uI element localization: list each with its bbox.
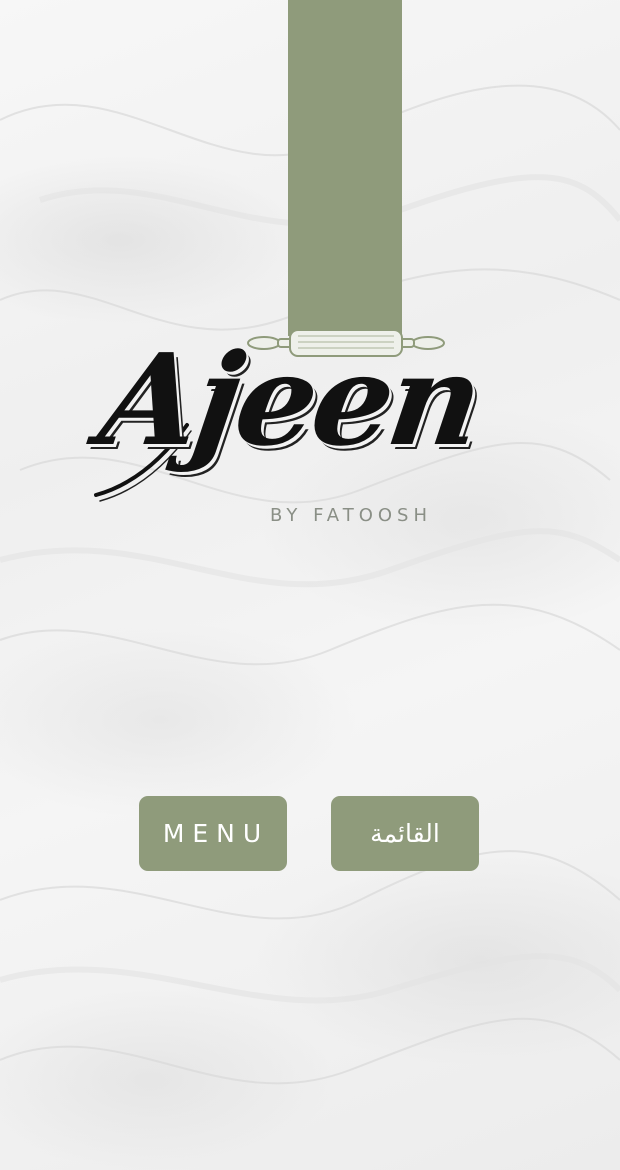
- hanging-banner: [288, 0, 402, 336]
- menu-button-arabic-label: القائمة: [370, 819, 440, 848]
- brand-tagline: BY FATOOSH: [270, 505, 432, 526]
- menu-button-english[interactable]: MENU: [139, 796, 287, 871]
- menu-button-english-label: MENU: [162, 819, 270, 848]
- brand-name: Ajeen: [91, 326, 488, 474]
- menu-button-arabic[interactable]: القائمة: [331, 796, 479, 871]
- brand-logo: Ajeen BY FATOOSH: [92, 326, 488, 560]
